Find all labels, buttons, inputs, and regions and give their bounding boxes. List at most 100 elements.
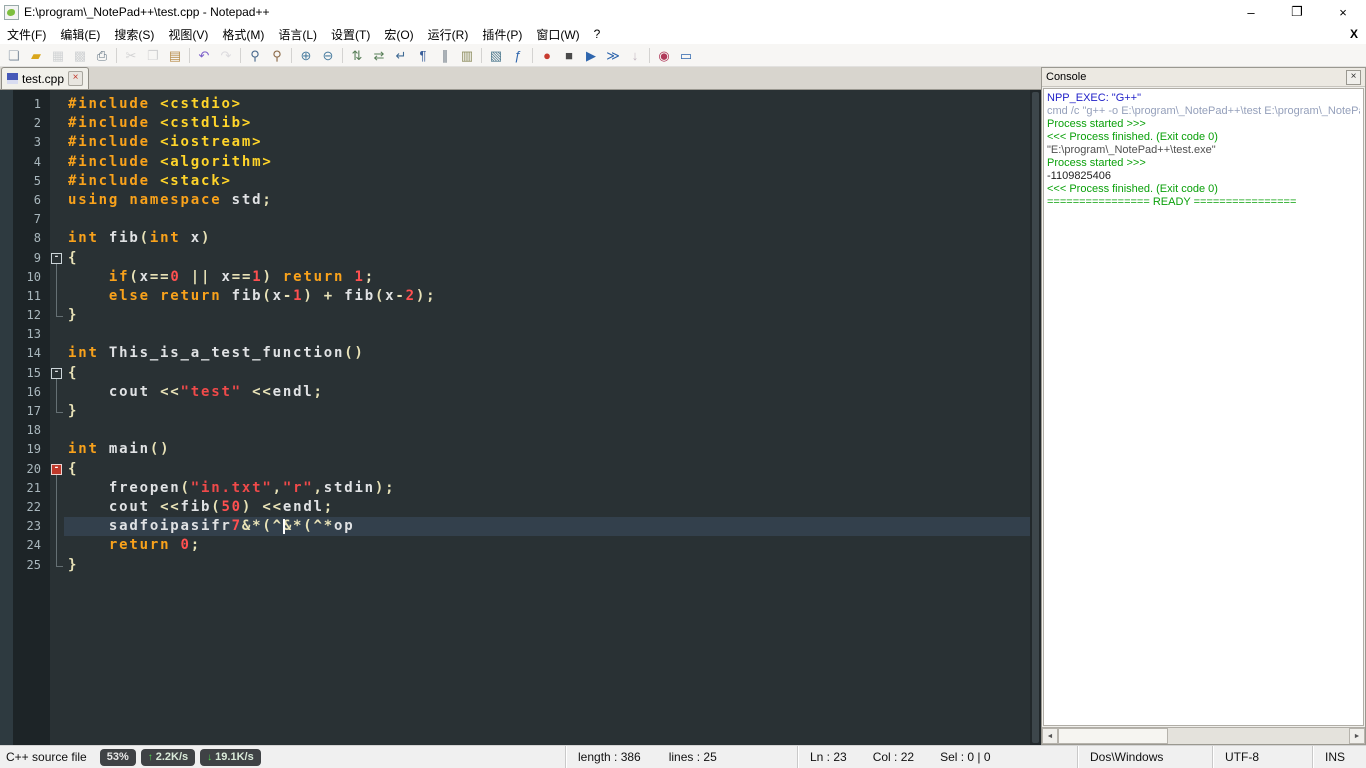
sync-vertical-scroll-icon[interactable]: ⇅	[346, 45, 368, 65]
line-number[interactable]: 12	[0, 306, 50, 325]
console-close-button[interactable]: ×	[1346, 69, 1361, 85]
paste-icon[interactable]: ▤	[164, 45, 186, 65]
console-horizontal-scrollbar[interactable]: ◄ ►	[1042, 727, 1365, 744]
indent-guide-icon[interactable]: ∥	[434, 45, 456, 65]
code-line-24[interactable]: 24 return 0;	[0, 536, 1030, 556]
code-line-14[interactable]: 14 int This_is_a_test_function()	[0, 344, 1030, 363]
code-line-21[interactable]: 21 freopen("in.txt","r",stdin);	[0, 478, 1030, 499]
code-line-23[interactable]: 23 sadfoipasifr7&*(^&*(^*op	[0, 517, 1030, 537]
line-number[interactable]: 25	[0, 556, 50, 575]
menu-item-search[interactable]: 搜索(S)	[107, 24, 161, 44]
code-line-20[interactable]: 20-{	[0, 460, 1030, 479]
sync-horizontal-scroll-icon[interactable]: ⇄	[368, 45, 390, 65]
scroll-left-arrow[interactable]: ◄	[1042, 728, 1058, 744]
line-number[interactable]: 4	[0, 153, 50, 172]
line-number[interactable]: 9	[0, 249, 50, 268]
scrollbar-thumb[interactable]	[1058, 728, 1168, 744]
line-number[interactable]: 7	[0, 210, 50, 229]
code-line-1[interactable]: 1 #include <cstdio>	[0, 95, 1030, 114]
line-number[interactable]: 14	[0, 344, 50, 363]
restore-button[interactable]: ❐	[1274, 0, 1320, 24]
fold-marker[interactable]: -	[50, 249, 64, 268]
line-number[interactable]: 1	[0, 95, 50, 114]
document-close-button[interactable]: X	[1350, 24, 1358, 44]
code-line-4[interactable]: 4 #include <algorithm>	[0, 153, 1030, 172]
code-line-10[interactable]: 10 if(x==0 || x==1) return 1;	[0, 267, 1030, 288]
line-number[interactable]: 24	[0, 536, 50, 555]
line-number[interactable]: 22	[0, 498, 50, 517]
document-map-icon[interactable]: ▧	[485, 45, 507, 65]
encoding-label[interactable]: UTF-8	[1212, 746, 1312, 768]
fold-collapse-icon-active[interactable]: -	[51, 463, 62, 475]
fold-marker[interactable]: -	[50, 364, 64, 384]
line-number[interactable]: 20	[0, 460, 50, 479]
scroll-right-arrow[interactable]: ►	[1349, 728, 1365, 744]
fold-marker[interactable]	[50, 267, 64, 288]
fold-marker[interactable]	[50, 478, 64, 499]
fold-marker[interactable]	[50, 497, 64, 518]
line-number[interactable]: 8	[0, 229, 50, 248]
eol-format-label[interactable]: Dos\Windows	[1077, 746, 1212, 768]
menu-item-file[interactable]: 文件(F)	[0, 24, 53, 44]
menu-item-help[interactable]: ?	[587, 24, 608, 44]
stop-macro-icon[interactable]: ■	[558, 45, 580, 65]
function-list-icon[interactable]: ƒ	[507, 45, 529, 65]
code-line-25[interactable]: 25}	[0, 555, 1030, 575]
fold-marker[interactable]	[50, 402, 64, 421]
replace-icon[interactable]: ⚲	[266, 45, 288, 65]
line-number[interactable]: 13	[0, 325, 50, 344]
menu-item-settings[interactable]: 设置(T)	[324, 24, 377, 44]
fold-marker[interactable]	[50, 286, 64, 307]
code-line-2[interactable]: 2 #include <cstdlib>	[0, 114, 1030, 133]
code-line-19[interactable]: 19 int main()	[0, 440, 1030, 459]
open-file-icon[interactable]: ▰	[25, 45, 47, 65]
line-number[interactable]: 5	[0, 172, 50, 191]
nppexec-console-icon[interactable]: ▭	[675, 45, 697, 65]
menu-item-run[interactable]: 运行(R)	[421, 24, 476, 44]
line-number[interactable]: 10	[0, 268, 50, 287]
line-number[interactable]: 15	[0, 364, 50, 383]
console-output[interactable]: NPP_EXEC: "G++" cmd /c "g++ -o E:\program…	[1043, 88, 1364, 726]
menu-item-window[interactable]: 窗口(W)	[529, 24, 586, 44]
code-line-11[interactable]: 11 else return fib(x-1) + fib(x-2);	[0, 286, 1030, 307]
fold-collapse-icon[interactable]: -	[51, 367, 62, 379]
editor[interactable]: 1 #include <cstdio> 2 #include <cstdlib> 3 #i…	[0, 90, 1030, 745]
tab-close-icon[interactable]: ×	[68, 71, 84, 86]
new-file-icon[interactable]: ❏	[3, 45, 25, 65]
menu-item-format[interactable]: 格式(M)	[215, 24, 271, 44]
print-icon[interactable]: ⎙	[91, 45, 113, 65]
code-line-13[interactable]: 13	[0, 325, 1030, 344]
word-wrap-icon[interactable]: ↵	[390, 45, 412, 65]
find-icon[interactable]: ⚲	[244, 45, 266, 65]
code-line-7[interactable]: 7	[0, 210, 1030, 229]
code-line-15[interactable]: 15-{	[0, 364, 1030, 384]
code-line-22[interactable]: 22 cout <<fib(50) <<endl;	[0, 497, 1030, 518]
line-number[interactable]: 23	[0, 517, 50, 536]
editor-vertical-scrollbar[interactable]	[1030, 90, 1041, 745]
nppexec-run-icon[interactable]: ◉	[653, 45, 675, 65]
code-line-9[interactable]: 9-{	[0, 249, 1030, 268]
code-line-5[interactable]: 5 #include <stack>	[0, 172, 1030, 191]
scrollbar-thumb[interactable]	[1032, 92, 1039, 743]
line-number[interactable]: 11	[0, 287, 50, 306]
play-macro-icon[interactable]: ▶	[580, 45, 602, 65]
line-number[interactable]: 3	[0, 133, 50, 152]
fold-marker[interactable]: -	[50, 460, 64, 479]
minimize-button[interactable]: –	[1228, 0, 1274, 24]
code-line-12[interactable]: 12}	[0, 306, 1030, 325]
undo-icon[interactable]: ↶	[193, 45, 215, 65]
code-line-18[interactable]: 18	[0, 421, 1030, 440]
code-line-3[interactable]: 3 #include <iostream>	[0, 133, 1030, 152]
insert-mode-label[interactable]: INS	[1312, 746, 1366, 768]
menu-item-macro[interactable]: 宏(O)	[377, 24, 420, 44]
tab-test-cpp[interactable]: test.cpp ×	[1, 67, 90, 89]
line-number[interactable]: 21	[0, 479, 50, 498]
fold-collapse-icon[interactable]: -	[51, 252, 62, 264]
user-defined-dialog-icon[interactable]: ▥	[456, 45, 478, 65]
line-number[interactable]: 6	[0, 191, 50, 210]
fold-marker[interactable]	[50, 382, 64, 403]
run-macro-multiple-icon[interactable]: ≫	[602, 45, 624, 65]
line-number[interactable]: 2	[0, 114, 50, 133]
line-number[interactable]: 18	[0, 421, 50, 440]
code-line-6[interactable]: 6 using namespace std;	[0, 191, 1030, 210]
